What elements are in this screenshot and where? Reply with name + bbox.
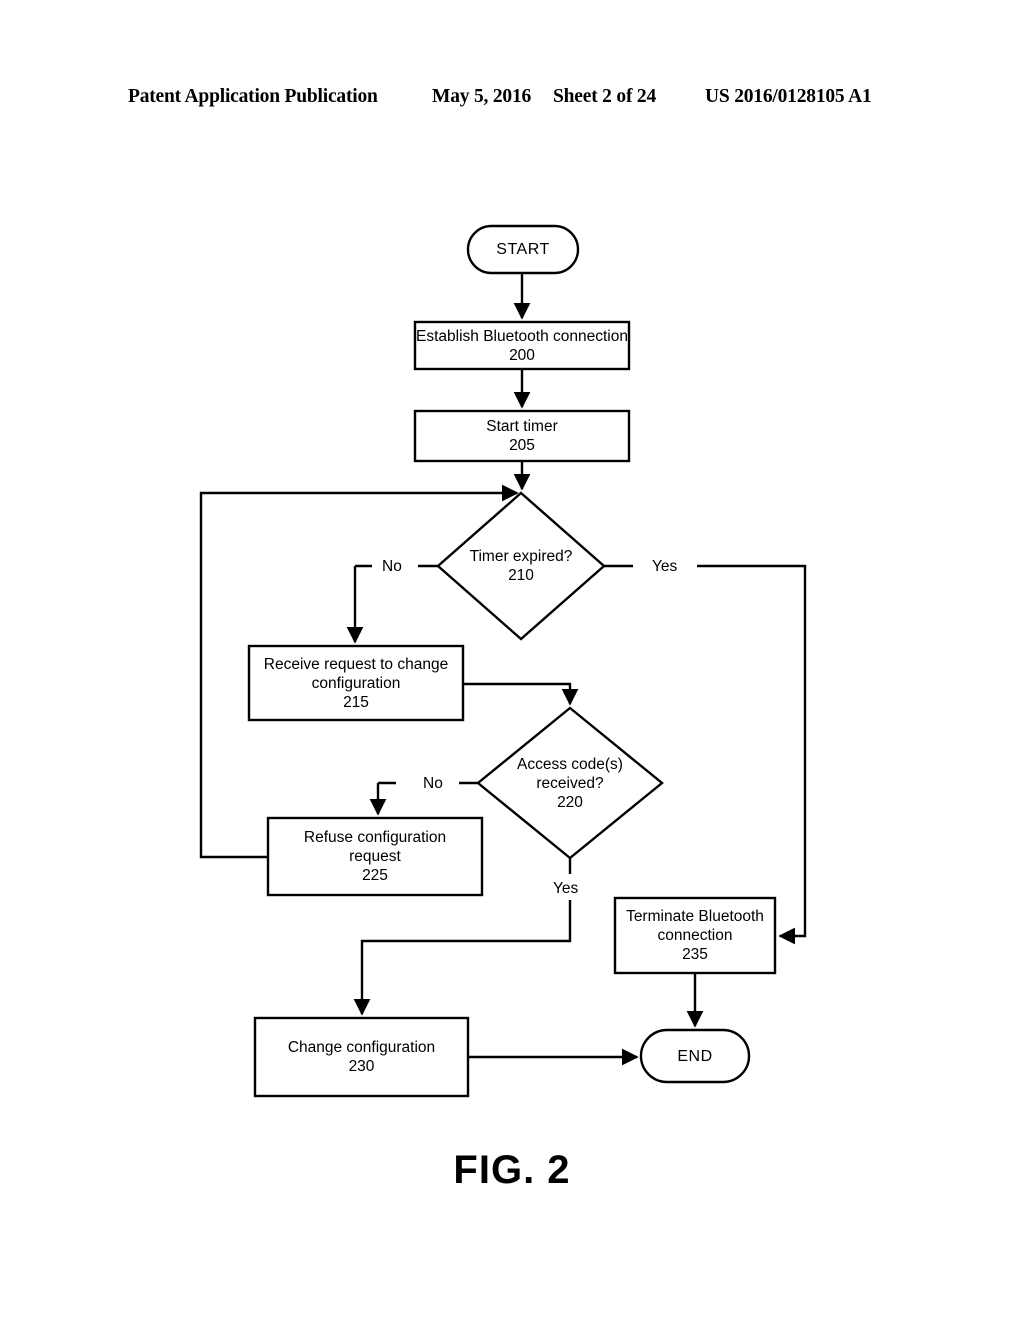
node-215-shape bbox=[247, 644, 465, 722]
patent-figure-page: Patent Application Publication May 5, 20… bbox=[0, 0, 1024, 1320]
edge-215-to-220 bbox=[463, 682, 579, 706]
flowchart-diagram bbox=[199, 224, 807, 1098]
node-end-shape bbox=[639, 1028, 751, 1084]
node-230-shape bbox=[253, 1016, 470, 1098]
edge-210-yes-to-235 bbox=[697, 564, 807, 945]
node-205-shape bbox=[413, 409, 631, 463]
node-235-shape bbox=[613, 896, 777, 975]
node-220-shape bbox=[476, 706, 664, 860]
node-210-shape bbox=[436, 491, 606, 641]
figure-caption: FIG. 2 bbox=[453, 1148, 571, 1192]
edge-220-yes-to-230 bbox=[353, 900, 572, 1016]
edge-label-access-no: No bbox=[423, 775, 443, 792]
node-225-shape bbox=[266, 816, 484, 897]
edge-label-timer-no: No bbox=[382, 558, 402, 575]
node-200-shape bbox=[413, 320, 631, 371]
node-start-shape bbox=[466, 224, 580, 275]
edge-label-access-yes: Yes bbox=[553, 880, 579, 897]
edge-label-timer-yes: Yes bbox=[652, 558, 678, 575]
